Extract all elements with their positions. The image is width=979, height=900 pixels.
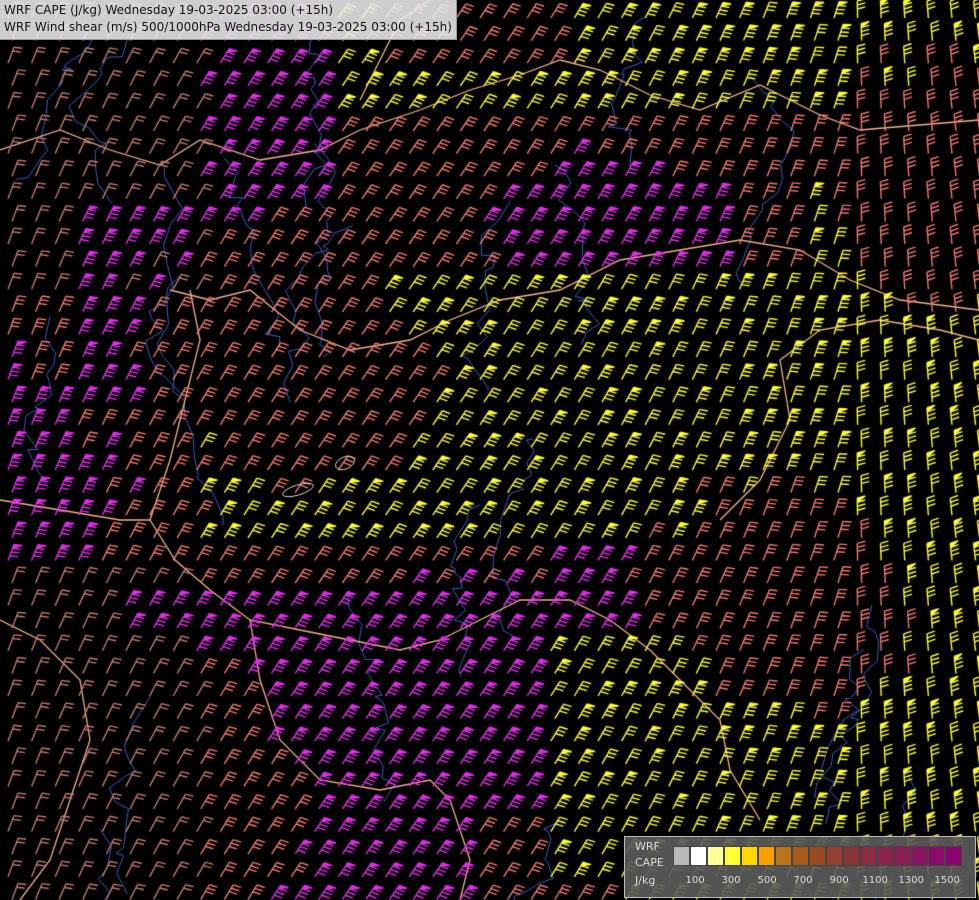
legend-tick-label: 100 — [685, 875, 705, 886]
legend-tick-label: 1100 — [862, 875, 888, 886]
wind-shear-title: WRF Wind shear (m/s) 500/1000hPa Wednesd… — [4, 20, 452, 34]
legend-field-label: CAPE — [635, 856, 664, 869]
cape-title: WRF CAPE (J/kg) Wednesday 19-03-2025 03:… — [4, 3, 333, 17]
legend-tick-label: 700 — [793, 875, 813, 886]
legend-swatch — [843, 846, 860, 866]
legend-swatch — [724, 846, 741, 866]
legend-swatch — [826, 846, 843, 866]
legend-swatch — [894, 846, 911, 866]
legend-tick-label: 300 — [721, 875, 741, 886]
legend-swatch — [775, 846, 792, 866]
legend-swatch — [758, 846, 775, 866]
legend-tick-label: 900 — [829, 875, 849, 886]
map-title-box: WRF CAPE (J/kg) Wednesday 19-03-2025 03:… — [0, 0, 457, 40]
legend-swatch — [673, 846, 690, 866]
legend-swatch — [928, 846, 945, 866]
wind-shear-map — [0, 0, 979, 900]
legend-swatch — [877, 846, 894, 866]
legend-unit-label: J/kg — [635, 874, 656, 887]
legend-swatch — [792, 846, 809, 866]
legend-tick-label: 1300 — [898, 875, 924, 886]
legend-tick-label: 500 — [757, 875, 777, 886]
legend-swatch — [741, 846, 758, 866]
legend-swatch — [690, 846, 707, 866]
legend-swatch — [860, 846, 877, 866]
legend-swatch — [945, 846, 962, 866]
cape-legend: WRF CAPE J/kg 100 300 500 700 900 1100 1300 150… — [624, 836, 976, 898]
legend-tick-label: 1500 — [934, 875, 960, 886]
legend-swatch — [911, 846, 928, 866]
legend-swatch — [809, 846, 826, 866]
legend-model-label: WRF — [635, 840, 660, 853]
legend-swatch — [707, 846, 724, 866]
